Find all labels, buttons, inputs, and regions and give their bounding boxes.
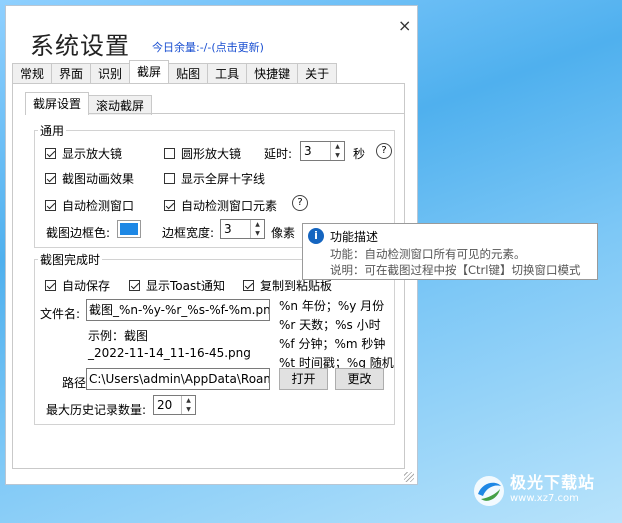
delay-value[interactable]: 3 <box>301 142 330 160</box>
border-color-label: 截图边框色: <box>46 226 111 240</box>
auto-save-label: 自动保存 <box>62 279 111 293</box>
subtab-screenshot-settings[interactable]: 截屏设置 <box>25 92 90 115</box>
auto-window-label: 自动检测窗口 <box>62 199 135 213</box>
tab-pin[interactable]: 贴图 <box>168 63 209 83</box>
swatch-fill <box>120 223 138 235</box>
tab-tools[interactable]: 工具 <box>207 63 248 83</box>
checkbox-checked <box>45 200 56 211</box>
up-arrow-icon[interactable]: ▲ <box>182 396 195 405</box>
watermark-name: 极光下载站 <box>510 473 596 492</box>
tab-recognition[interactable]: 识别 <box>90 63 131 83</box>
toast-checkbox[interactable]: 显示Toast通知 <box>129 277 225 294</box>
delay-unit: 秒 <box>353 147 366 161</box>
filename-example-2: _2022-11-14_11-16-45.png <box>88 346 251 360</box>
border-width-stepper[interactable]: 3 ▲ ▼ <box>220 219 265 239</box>
checkbox-unchecked <box>164 173 175 184</box>
max-history-label: 最大历史记录数量: <box>46 403 147 417</box>
tab-hotkeys[interactable]: 快捷键 <box>246 63 299 83</box>
border-width-label: 边框宽度: <box>162 226 215 240</box>
general-group-label: 通用 <box>38 122 67 139</box>
crosshair-label: 显示全屏十字线 <box>181 172 266 186</box>
path-input[interactable]: C:\Users\admin\AppData\Roaming <box>86 368 270 390</box>
sub-tab-bar: 截屏设置 滚动截屏 <box>25 92 153 115</box>
tooltip-line-2: 说明：可在截图过程中按【Ctrl键】切换窗口模式 <box>330 263 581 277</box>
tooltip-title: 功能描述 <box>330 230 379 244</box>
help-icon[interactable]: ? <box>376 143 392 159</box>
stepper-arrows[interactable]: ▲ ▼ <box>250 220 264 238</box>
tooltip: i 功能描述 功能：自动检测窗口所有可见的元素。 说明：可在截图过程中按【Ctr… <box>302 223 598 280</box>
checkbox-checked <box>243 280 254 291</box>
auto-save-checkbox[interactable]: 自动保存 <box>45 277 110 294</box>
up-arrow-icon[interactable]: ▲ <box>331 142 344 151</box>
round-magnifier-label: 圆形放大镜 <box>181 147 242 161</box>
stepper-arrows[interactable]: ▲ ▼ <box>181 396 195 414</box>
filename-example-1: 示例：截图 <box>88 329 149 343</box>
down-arrow-icon[interactable]: ▼ <box>251 229 264 238</box>
change-button[interactable]: 更改 <box>335 368 384 390</box>
animation-label: 截图动画效果 <box>62 172 135 186</box>
border-color-swatch[interactable] <box>117 220 141 238</box>
show-magnifier-label: 显示放大镜 <box>62 147 123 161</box>
quota-link[interactable]: 今日余量:-/-(点击更新) <box>152 39 264 55</box>
checkbox-checked <box>164 200 175 211</box>
checkbox-checked <box>45 173 56 184</box>
down-arrow-icon[interactable]: ▼ <box>182 405 195 414</box>
legend-line: %n 年份；%y 月份 <box>279 299 385 313</box>
legend-line: %r 天数；%s 小时 <box>279 318 381 332</box>
delay-stepper[interactable]: 3 ▲ ▼ <box>300 141 345 161</box>
tab-interface[interactable]: 界面 <box>51 63 92 83</box>
legend-line: %f 分钟；%m 秒钟 <box>279 337 386 351</box>
subtab-scroll-screenshot[interactable]: 滚动截屏 <box>88 95 153 115</box>
tab-general[interactable]: 常规 <box>12 63 53 83</box>
after-capture-group-label: 截图完成时 <box>38 251 103 268</box>
main-tab-bar: 常规 界面 识别 截屏 贴图 工具 快捷键 关于 <box>12 60 338 83</box>
border-width-unit: 像素 <box>271 226 296 240</box>
round-magnifier-checkbox[interactable]: 圆形放大镜 <box>164 145 241 162</box>
tooltip-line-1: 功能：自动检测窗口所有可见的元素。 <box>330 247 526 261</box>
border-width-value[interactable]: 3 <box>221 220 250 238</box>
filename-input[interactable]: 截图_%n-%y-%r_%s-%f-%m.png <box>86 299 270 321</box>
tab-screenshot[interactable]: 截屏 <box>129 60 170 83</box>
tab-about[interactable]: 关于 <box>297 63 338 83</box>
filename-label: 文件名: <box>40 307 81 321</box>
max-history-stepper[interactable]: 20 ▲ ▼ <box>153 395 196 415</box>
watermark: 极光下载站 www.xz7.com <box>472 474 595 508</box>
toast-label: 显示Toast通知 <box>146 279 225 293</box>
checkbox-unchecked <box>164 148 175 159</box>
auto-element-label: 自动检测窗口元素 <box>181 199 278 213</box>
watermark-url: www.xz7.com <box>510 493 579 504</box>
info-icon: i <box>308 228 324 244</box>
max-history-value[interactable]: 20 <box>154 396 181 414</box>
crosshair-checkbox[interactable]: 显示全屏十字线 <box>164 170 265 187</box>
filename-legend: %n 年份；%y 月份 %r 天数；%s 小时 %f 分钟；%m 秒钟 %t 时… <box>279 297 394 373</box>
auto-window-checkbox[interactable]: 自动检测窗口 <box>45 197 134 214</box>
show-magnifier-checkbox[interactable]: 显示放大镜 <box>45 145 122 162</box>
checkbox-checked <box>45 280 56 291</box>
animation-checkbox[interactable]: 截图动画效果 <box>45 170 134 187</box>
watermark-logo-icon <box>474 476 504 506</box>
stepper-arrows[interactable]: ▲ ▼ <box>330 142 344 160</box>
delay-label: 延时: <box>264 147 293 161</box>
checkbox-checked <box>129 280 140 291</box>
close-icon[interactable]: × <box>398 16 411 35</box>
checkbox-checked <box>45 148 56 159</box>
auto-element-checkbox[interactable]: 自动检测窗口元素 <box>164 197 277 214</box>
down-arrow-icon[interactable]: ▼ <box>331 151 344 160</box>
up-arrow-icon[interactable]: ▲ <box>251 220 264 229</box>
dialog-title: 系统设置 <box>30 32 130 60</box>
open-button[interactable]: 打开 <box>279 368 328 390</box>
help-icon[interactable]: ? <box>292 195 308 211</box>
resize-grip[interactable] <box>404 472 414 482</box>
